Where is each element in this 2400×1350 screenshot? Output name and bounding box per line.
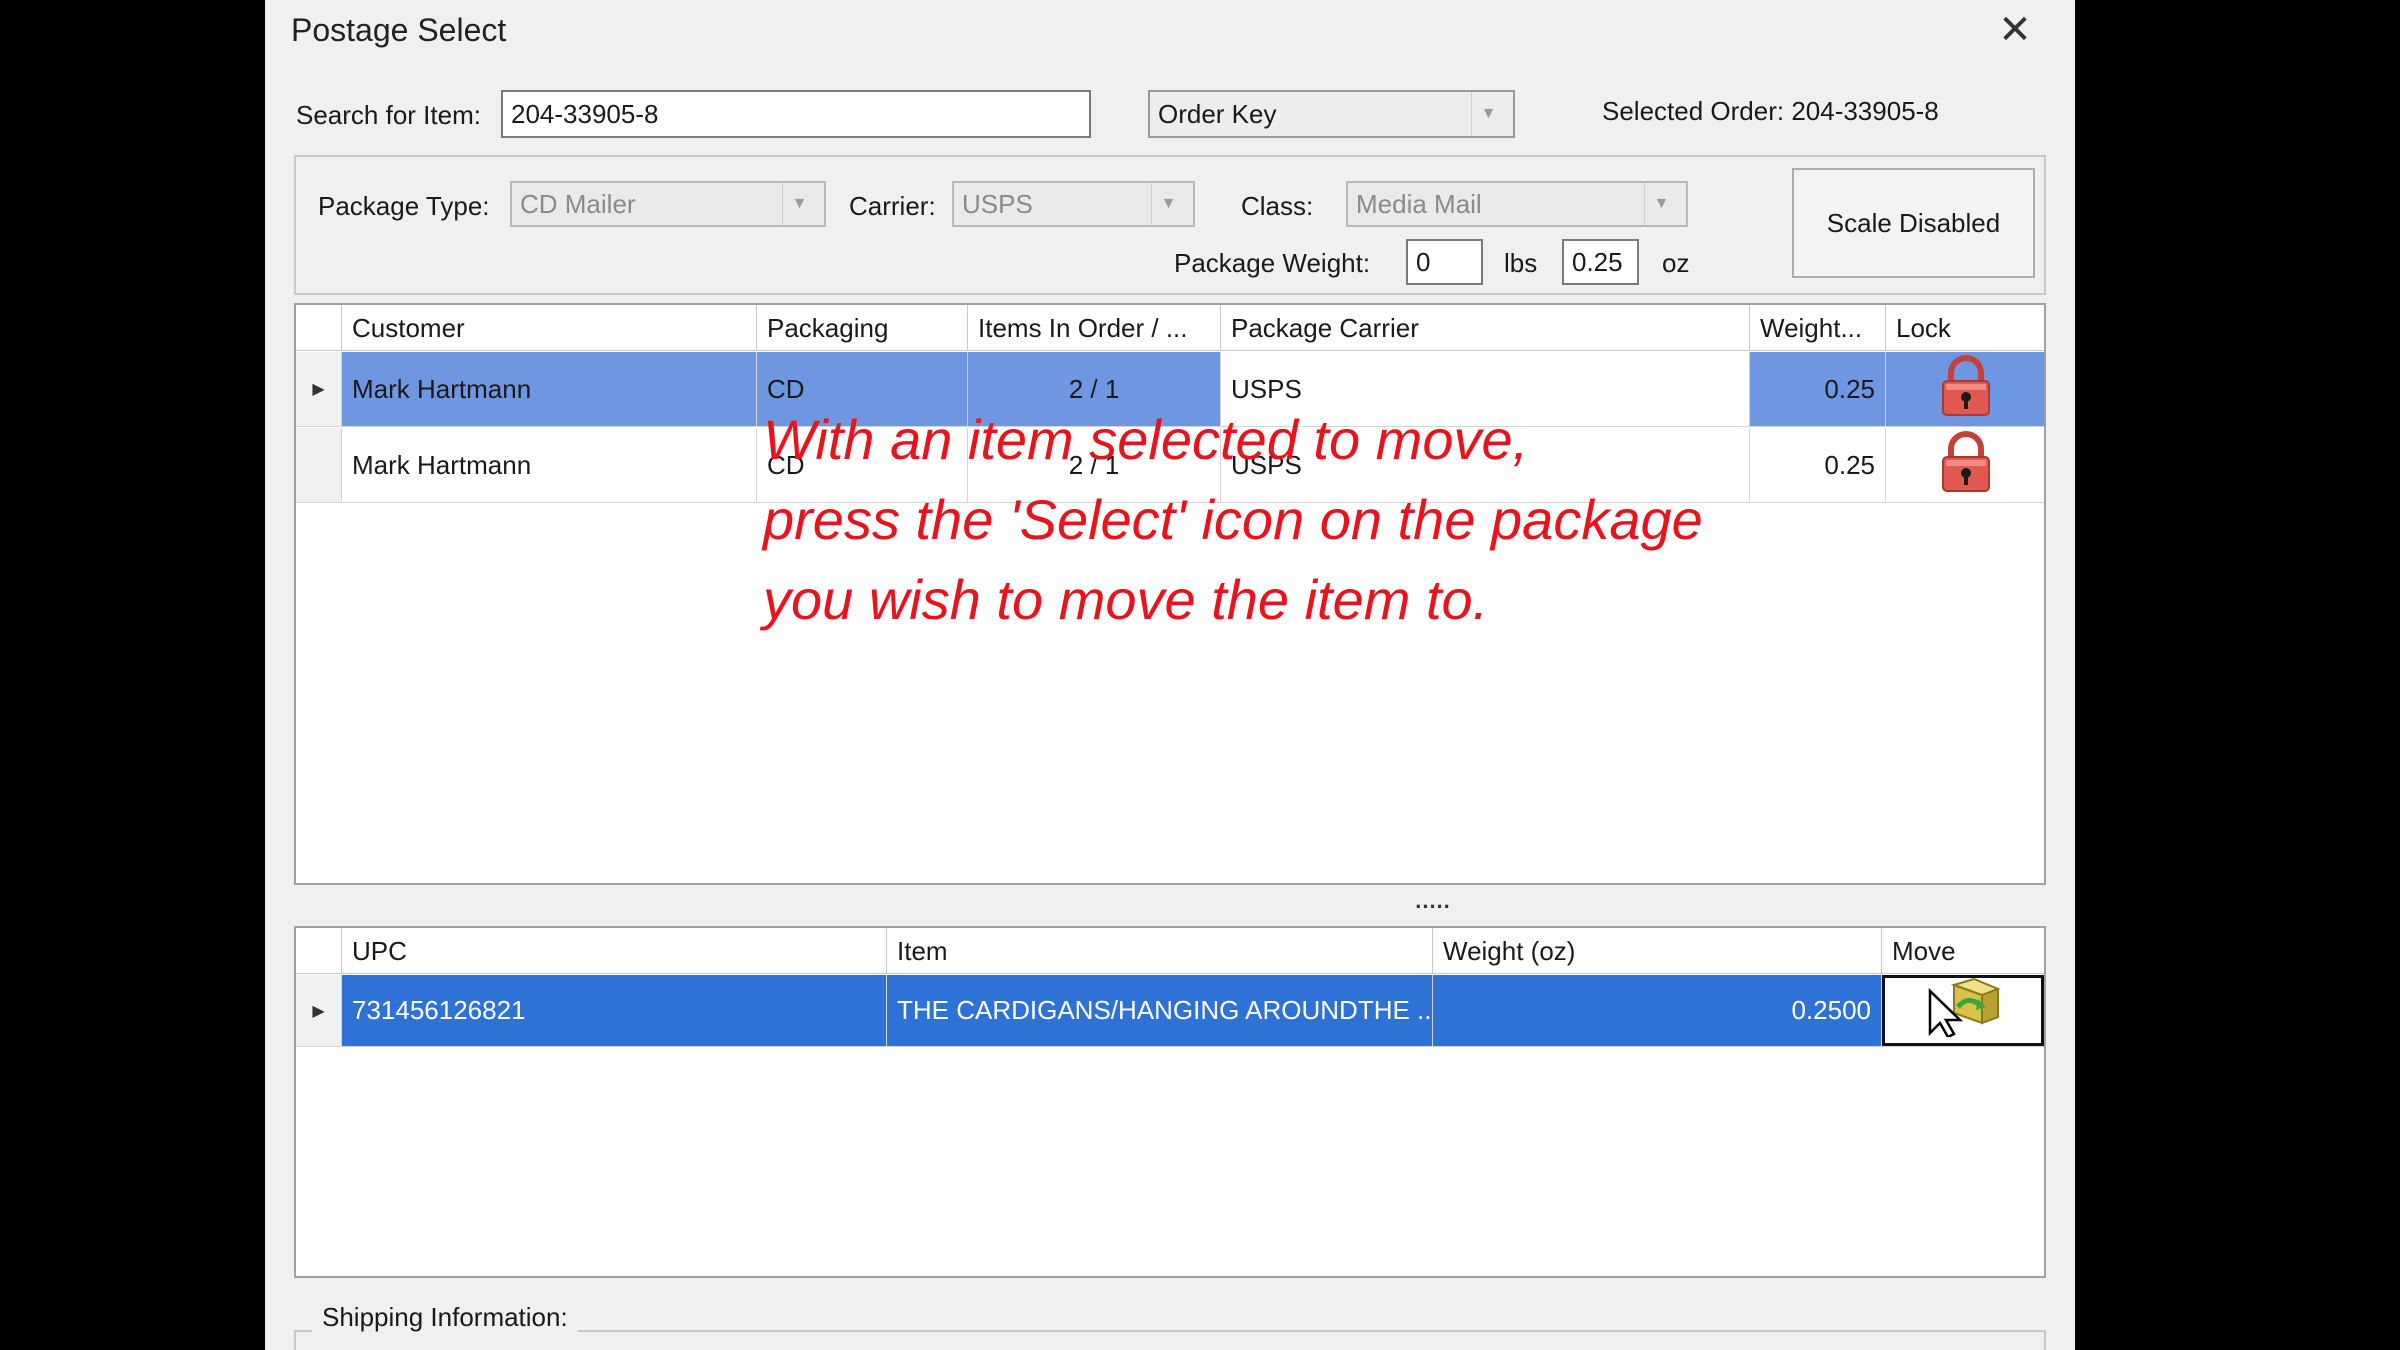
selected-order: Selected Order: 204-33905-8 bbox=[1602, 96, 1939, 126]
class-label: Class: bbox=[1241, 191, 1314, 221]
carrier-value: USPS bbox=[962, 188, 1033, 219]
column-header-package-carrier[interactable]: Package Carrier bbox=[1221, 305, 1750, 351]
weight-oz-value: 0.25 bbox=[1572, 246, 1623, 277]
class-value: Media Mail bbox=[1356, 188, 1482, 219]
postage-select-dialog: Postage Select ✕ Search for Item: 204-33… bbox=[265, 0, 2075, 1350]
caption-line: press the 'Select' icon on the package bbox=[763, 488, 1703, 551]
shipping-information-group bbox=[294, 1330, 2046, 1350]
chevron-down-icon: ▼ bbox=[1471, 92, 1505, 136]
column-header-weight[interactable]: Weight... bbox=[1750, 305, 1886, 351]
chevron-down-icon: ▼ bbox=[1151, 183, 1185, 225]
chevron-down-icon: ▼ bbox=[1644, 183, 1678, 225]
class-dropdown[interactable]: Media Mail ▼ bbox=[1346, 181, 1688, 227]
search-label: Search for Item: bbox=[296, 100, 481, 130]
weight-oz-cell[interactable]: 0.2500 bbox=[1433, 975, 1882, 1046]
customer-cell[interactable]: Mark Hartmann bbox=[342, 352, 757, 426]
move-cell[interactable] bbox=[1882, 975, 2044, 1046]
splitter-handle[interactable]: ..... bbox=[1403, 888, 1463, 914]
search-mode-value: Order Key bbox=[1158, 98, 1277, 129]
row-pointer-icon[interactable]: ▶ bbox=[296, 352, 342, 426]
instruction-caption: With an item selected to move, press the… bbox=[763, 400, 1763, 640]
column-header-customer[interactable]: Customer bbox=[342, 305, 757, 351]
table-row[interactable]: ▶ 731456126821 THE CARDIGANS/HANGING ARO… bbox=[296, 975, 2044, 1047]
row-pointer-icon[interactable]: ▶ bbox=[296, 975, 342, 1046]
carrier-dropdown[interactable]: USPS ▼ bbox=[952, 181, 1195, 227]
search-input-value: 204-33905-8 bbox=[511, 98, 659, 129]
package-weight-label: Package Weight: bbox=[1174, 248, 1371, 278]
column-header-packaging[interactable]: Packaging bbox=[757, 305, 968, 351]
weight-oz-input[interactable]: 0.25 bbox=[1562, 239, 1639, 285]
weight-lbs-value: 0 bbox=[1416, 246, 1431, 277]
caption-line: you wish to move the item to. bbox=[763, 568, 1489, 631]
packages-grid-header: Customer Packaging Items In Order / ... … bbox=[296, 305, 2044, 351]
search-input[interactable]: 204-33905-8 bbox=[501, 90, 1091, 138]
column-header-items-in-order[interactable]: Items In Order / ... bbox=[968, 305, 1221, 351]
chevron-down-icon: ▼ bbox=[782, 183, 816, 225]
column-header-item[interactable]: Item bbox=[887, 928, 1433, 974]
column-header-upc[interactable]: UPC bbox=[342, 928, 887, 974]
upc-cell[interactable]: 731456126821 bbox=[342, 975, 887, 1046]
column-header-lock[interactable]: Lock bbox=[1886, 305, 2044, 351]
padlock-icon[interactable] bbox=[1935, 354, 1997, 424]
close-icon[interactable]: ✕ bbox=[1995, 10, 2035, 50]
package-type-value: CD Mailer bbox=[520, 188, 636, 219]
package-type-dropdown[interactable]: CD Mailer ▼ bbox=[510, 181, 826, 227]
dialog-title: Postage Select bbox=[291, 12, 507, 48]
item-cell[interactable]: THE CARDIGANS/HANGING AROUNDTHE ... bbox=[887, 975, 1433, 1046]
oz-unit-label: oz bbox=[1662, 248, 1690, 278]
column-header-weight-oz[interactable]: Weight (oz) bbox=[1433, 928, 1882, 974]
scale-disabled-button[interactable]: Scale Disabled bbox=[1792, 168, 2035, 278]
items-grid: UPC Item Weight (oz) Move ▶ 731456126821… bbox=[294, 926, 2046, 1278]
weight-cell[interactable]: 0.25 bbox=[1750, 352, 1886, 426]
weight-lbs-input[interactable]: 0 bbox=[1406, 239, 1483, 285]
caption-line: With an item selected to move, bbox=[763, 408, 1529, 471]
items-grid-header: UPC Item Weight (oz) Move bbox=[296, 928, 2044, 974]
row-header-corner bbox=[296, 928, 342, 974]
row-header-corner bbox=[296, 305, 342, 351]
lbs-unit-label: lbs bbox=[1504, 248, 1538, 278]
customer-cell[interactable]: Mark Hartmann bbox=[342, 428, 757, 502]
carrier-label: Carrier: bbox=[849, 191, 936, 221]
row-header[interactable] bbox=[296, 428, 342, 502]
package-type-label: Package Type: bbox=[318, 191, 490, 221]
move-package-icon[interactable] bbox=[1924, 978, 2002, 1043]
lock-cell[interactable] bbox=[1886, 428, 2044, 502]
search-mode-dropdown[interactable]: Order Key ▼ bbox=[1148, 90, 1515, 138]
weight-cell[interactable]: 0.25 bbox=[1750, 428, 1886, 502]
padlock-icon[interactable] bbox=[1935, 430, 1997, 500]
shipping-information-label: Shipping Information: bbox=[312, 1302, 578, 1333]
lock-cell[interactable] bbox=[1886, 352, 2044, 426]
column-header-move[interactable]: Move bbox=[1882, 928, 2044, 974]
